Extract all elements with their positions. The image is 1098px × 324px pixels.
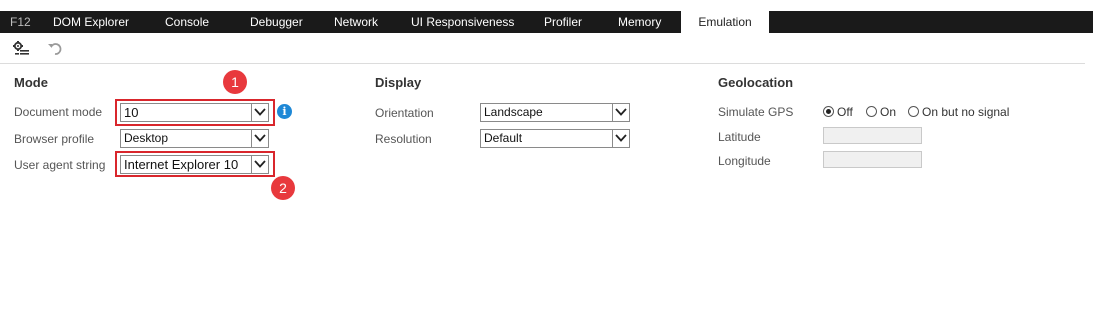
- gps-no-signal-radio[interactable]: [908, 106, 919, 117]
- info-icon[interactable]: i: [277, 104, 292, 119]
- browser-profile-select[interactable]: Desktop: [120, 129, 269, 148]
- chevron-down-icon: [251, 130, 268, 147]
- longitude-label: Longitude: [718, 154, 771, 168]
- longitude-field[interactable]: [823, 151, 922, 168]
- tab-debugger[interactable]: Debugger: [250, 11, 303, 33]
- settings-list-icon[interactable]: [12, 40, 30, 58]
- user-agent-label: User agent string: [14, 158, 106, 172]
- resolution-value: Default: [484, 131, 523, 145]
- user-agent-select[interactable]: Internet Explorer 10: [120, 155, 269, 174]
- gps-on-label: On: [880, 105, 897, 119]
- chevron-down-icon: [612, 104, 629, 121]
- mode-title: Mode: [14, 75, 48, 90]
- latitude-label: Latitude: [718, 130, 761, 144]
- tab-dom-explorer[interactable]: DOM Explorer: [53, 11, 129, 33]
- toolbar-divider: [0, 63, 1085, 64]
- browser-profile-label: Browser profile: [14, 132, 95, 146]
- tab-ui-responsiveness[interactable]: UI Responsiveness: [411, 11, 514, 33]
- tab-bar: F12 DOM Explorer Console Debugger Networ…: [0, 11, 1093, 33]
- resolution-label: Resolution: [375, 132, 432, 146]
- chevron-down-icon: [612, 130, 629, 147]
- gps-off-radio[interactable]: [823, 106, 834, 117]
- tab-emulation[interactable]: Emulation: [681, 11, 769, 33]
- undo-icon[interactable]: [46, 40, 64, 58]
- orientation-value: Landscape: [484, 105, 543, 119]
- step-badge-1: 1: [223, 70, 247, 94]
- geolocation-title: Geolocation: [718, 75, 794, 90]
- document-mode-select[interactable]: 10: [120, 103, 269, 122]
- step-badge-2: 2: [271, 176, 295, 200]
- tab-profiler[interactable]: Profiler: [544, 11, 582, 33]
- tab-memory[interactable]: Memory: [618, 11, 661, 33]
- browser-profile-value: Desktop: [124, 131, 169, 145]
- gps-off-label: Off: [837, 105, 853, 119]
- orientation-label: Orientation: [375, 106, 434, 120]
- display-title: Display: [375, 75, 422, 90]
- user-agent-value: Internet Explorer 10: [124, 157, 239, 172]
- chevron-down-icon: [251, 104, 268, 121]
- tab-network[interactable]: Network: [334, 11, 378, 33]
- tab-console[interactable]: Console: [165, 11, 209, 33]
- resolution-select[interactable]: Default: [480, 129, 630, 148]
- document-mode-label: Document mode: [14, 105, 103, 119]
- chevron-down-icon: [251, 156, 268, 173]
- gps-no-signal-label: On but no signal: [922, 105, 1010, 119]
- tab-f12[interactable]: F12: [10, 11, 31, 33]
- gps-on-radio[interactable]: [866, 106, 877, 117]
- document-mode-value: 10: [124, 105, 139, 120]
- latitude-field[interactable]: [823, 127, 922, 144]
- simulate-gps-label: Simulate GPS: [718, 105, 794, 119]
- orientation-select[interactable]: Landscape: [480, 103, 630, 122]
